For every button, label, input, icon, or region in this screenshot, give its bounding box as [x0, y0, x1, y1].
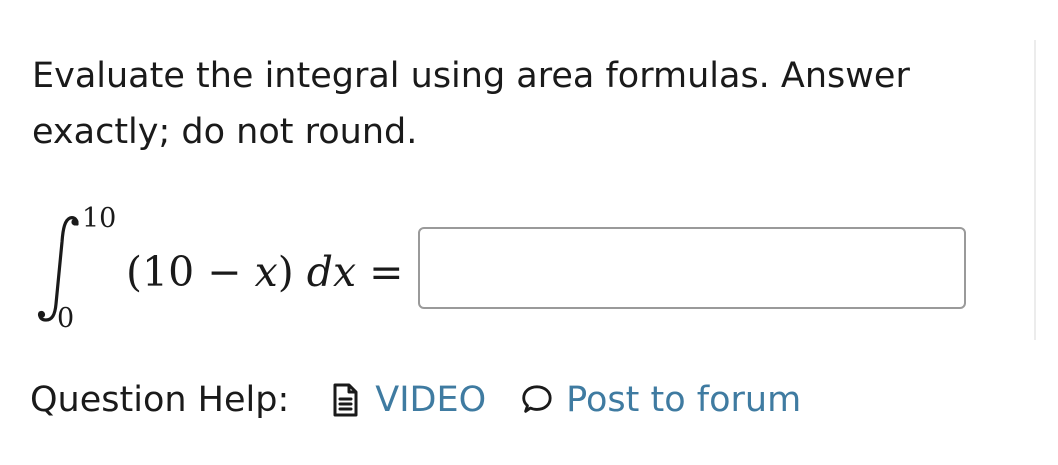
differential: dx [306, 248, 357, 296]
right-edge-divider [1034, 40, 1036, 340]
answer-input[interactable] [418, 227, 966, 309]
post-to-forum-link[interactable]: Post to forum [518, 380, 801, 420]
question-prompt-line-2: exactly; do not round. [32, 112, 418, 152]
upper-limit: 10 [82, 203, 117, 234]
video-link[interactable]: VIDEO [327, 380, 486, 420]
lower-limit: 0 [57, 303, 75, 334]
equals-sign: = [356, 248, 404, 296]
integrand-variable: x [254, 248, 278, 296]
integrand-close: ) [277, 248, 307, 296]
integral-expression: 10 0 (10 − x) dx = [30, 200, 410, 335]
integrand-open: (10 − [126, 248, 255, 296]
integrand: (10 − x) dx = [126, 248, 404, 296]
document-icon [327, 380, 363, 420]
question-help-label: Question Help: [30, 380, 290, 420]
question-prompt-line-1: Evaluate the integral using area formula… [32, 56, 910, 96]
post-to-forum-label: Post to forum [566, 380, 802, 420]
video-link-label: VIDEO [375, 380, 487, 420]
question-prompt: Evaluate the integral using area formula… [32, 48, 1032, 160]
question-help: Question Help: VIDEO Post to forum [30, 372, 801, 428]
speech-bubble-icon [518, 380, 554, 420]
